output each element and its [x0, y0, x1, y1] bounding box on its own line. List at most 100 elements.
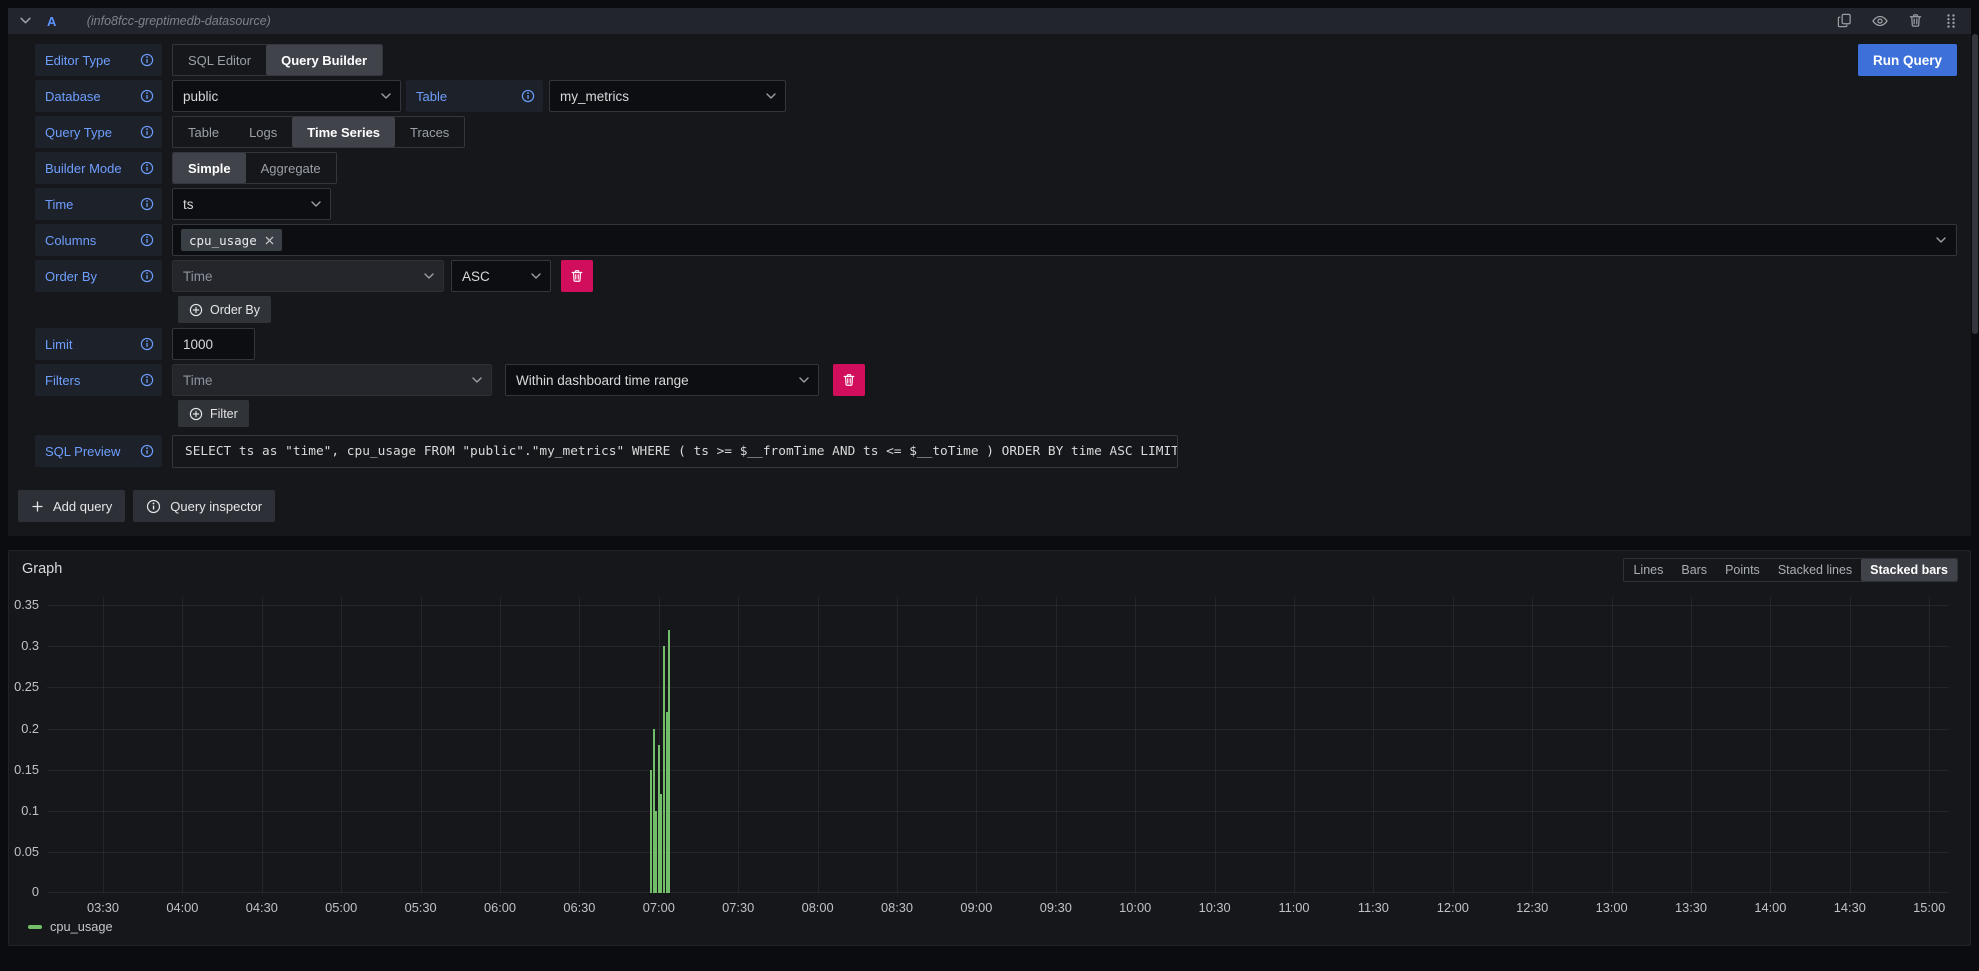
collapse-chevron-icon[interactable]: [20, 12, 31, 30]
drag-handle-icon[interactable]: [1943, 12, 1959, 30]
query-type-label: Query Type: [45, 125, 112, 140]
gridline-h: [47, 605, 1949, 606]
gridline-v: [1453, 597, 1454, 893]
editor-type-option-sql-editor[interactable]: SQL Editor: [173, 45, 266, 75]
chevron-down-icon: [424, 273, 434, 279]
column-chip: cpu_usage: [181, 229, 282, 251]
gridline-v: [421, 597, 422, 893]
duplicate-query-icon[interactable]: [1837, 12, 1852, 30]
remove-filter-button[interactable]: [833, 364, 865, 396]
query-type-option-table[interactable]: Table: [173, 117, 234, 147]
gridline-h: [47, 729, 1949, 730]
remove-column-icon[interactable]: [265, 236, 274, 245]
info-icon[interactable]: [140, 233, 154, 247]
info-icon[interactable]: [140, 444, 154, 458]
run-query-button[interactable]: Run Query: [1858, 44, 1957, 76]
gridline-v: [1056, 597, 1057, 893]
chevron-down-icon: [472, 377, 482, 383]
order-by-label-box: Order By: [35, 260, 162, 292]
info-icon[interactable]: [140, 53, 154, 67]
query-type-option-traces[interactable]: Traces: [395, 117, 464, 147]
add-filter-label: Filter: [210, 407, 238, 421]
y-tick-label: 0.3: [9, 638, 39, 653]
add-query-button[interactable]: Add query: [18, 490, 125, 522]
gridline-v: [579, 597, 580, 893]
gridline-v: [1294, 597, 1295, 893]
builder-mode-option-aggregate[interactable]: Aggregate: [246, 153, 336, 183]
sql-preview-label-box: SQL Preview: [35, 435, 162, 467]
order-by-field-select[interactable]: Time: [172, 260, 444, 292]
add-query-label: Add query: [53, 499, 112, 514]
order-by-direction-select[interactable]: ASC: [451, 260, 551, 292]
row-sql-preview: SQL Preview SELECT ts as "time", cpu_usa…: [35, 435, 1957, 468]
query-type-option-time-series[interactable]: Time Series: [292, 117, 395, 147]
time-label-box: Time: [35, 188, 162, 220]
info-icon[interactable]: [140, 125, 154, 139]
y-tick-label: 0.05: [9, 844, 39, 859]
add-filter-button[interactable]: Filter: [178, 400, 249, 427]
gridline-v: [1850, 597, 1851, 893]
x-tick-label: 09:00: [941, 900, 1011, 915]
scrollbar-thumb[interactable]: [1972, 34, 1978, 334]
row-database: Database public Table my_metrics: [35, 80, 1957, 112]
gridline-v: [1373, 597, 1374, 893]
time-column-select[interactable]: ts: [172, 188, 331, 220]
query-inspector-label: Query inspector: [170, 499, 262, 514]
gridline-h: [47, 687, 1949, 688]
hide-query-icon[interactable]: [1872, 12, 1888, 30]
builder-mode-option-simple[interactable]: Simple: [173, 153, 246, 183]
gridline-v: [818, 597, 819, 893]
legend-item[interactable]: cpu_usage: [28, 919, 113, 934]
x-tick-label: 14:00: [1735, 900, 1805, 915]
row-query-type: Query Type Table Logs Time Series Traces: [35, 116, 1957, 148]
info-icon[interactable]: [140, 373, 154, 387]
query-inspector-button[interactable]: Query inspector: [133, 490, 275, 522]
query-footer: Add query Query inspector: [8, 478, 1971, 536]
x-tick-label: 08:30: [862, 900, 932, 915]
chart-area: 00.050.10.150.20.250.30.3503:3004:0004:3…: [9, 551, 1970, 945]
info-icon[interactable]: [140, 161, 154, 175]
database-value: public: [183, 89, 218, 104]
info-icon[interactable]: [521, 89, 535, 103]
table-value: my_metrics: [560, 89, 629, 104]
graph-panel: Graph Lines Bars Points Stacked lines St…: [8, 550, 1971, 946]
add-order-by-label: Order By: [210, 303, 260, 317]
x-tick-label: 07:00: [624, 900, 694, 915]
query-type-option-logs[interactable]: Logs: [234, 117, 292, 147]
x-tick-label: 10:00: [1100, 900, 1170, 915]
info-icon[interactable]: [140, 269, 154, 283]
query-row-header[interactable]: A (info8fcc-greptimedb-datasource): [8, 8, 1971, 34]
row-builder-mode: Builder Mode Simple Aggregate: [35, 152, 1957, 184]
gridline-h: [47, 852, 1949, 853]
y-tick-label: 0.1: [9, 803, 39, 818]
gridline-h: [47, 892, 1949, 893]
sql-preview-label: SQL Preview: [45, 444, 120, 459]
editor-type-option-query-builder[interactable]: Query Builder: [266, 45, 382, 75]
filter-condition-value: Within dashboard time range: [516, 373, 689, 388]
info-icon[interactable]: [140, 337, 154, 351]
gridline-v: [1215, 597, 1216, 893]
sql-preview-text: SELECT ts as "time", cpu_usage FROM "pub…: [172, 435, 1178, 468]
columns-multiselect[interactable]: cpu_usage: [172, 224, 1957, 256]
database-select[interactable]: public: [172, 80, 401, 112]
table-select[interactable]: my_metrics: [549, 80, 786, 112]
gridline-v: [1691, 597, 1692, 893]
limit-input[interactable]: [172, 328, 255, 360]
gridline-v: [1532, 597, 1533, 893]
x-tick-label: 06:00: [465, 900, 535, 915]
gridline-v: [103, 597, 104, 893]
info-icon[interactable]: [140, 197, 154, 211]
chevron-down-icon: [381, 93, 391, 99]
info-icon[interactable]: [140, 89, 154, 103]
plus-icon: [31, 500, 44, 513]
row-filters: Filters Time Within dashboard time range: [35, 364, 1957, 396]
add-order-by-button[interactable]: Order By: [178, 296, 271, 323]
filter-field-select[interactable]: Time: [172, 364, 492, 396]
remove-order-by-button[interactable]: [561, 260, 593, 292]
filter-condition-select[interactable]: Within dashboard time range: [505, 364, 819, 396]
chevron-down-icon: [1936, 237, 1946, 243]
row-limit: Limit: [35, 328, 1957, 360]
gridline-h: [47, 770, 1949, 771]
delete-query-icon[interactable]: [1908, 12, 1923, 30]
query-ref-id: A: [47, 14, 57, 29]
